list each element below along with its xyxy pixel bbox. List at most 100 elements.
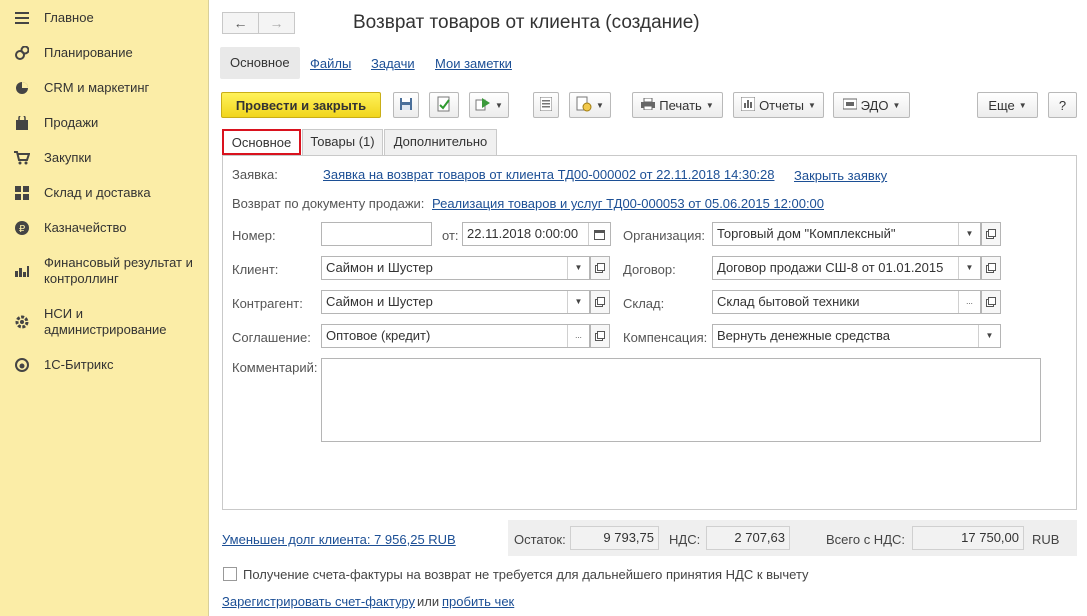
number-input[interactable] [321,222,432,246]
balance-value: 9 793,75 [570,526,659,550]
page-title: Возврат товаров от клиента (создание) [353,12,700,33]
print-button[interactable]: Печать ▼ [632,92,723,118]
vat-label: НДС: [669,532,701,547]
sidebar-item-planning[interactable]: Планирование [0,45,209,63]
chevron-down-icon[interactable]: ▼ [978,325,1000,347]
open-client-button[interactable] [590,256,610,280]
select-ellipsis-button[interactable]: ... [567,325,589,347]
sidebar-item-label: НСИ и администрирование [44,306,167,337]
compensation-value: Вернуть денежные средства [717,328,890,343]
open-window-icon [986,295,996,310]
form-tab-main[interactable]: Основное [222,129,301,155]
post-and-close-button[interactable]: Провести и закрыть [221,92,381,118]
open-contract-button[interactable] [981,256,1001,280]
bar-chart-icon [14,263,30,279]
compensation-label: Компенсация: [623,330,708,345]
counterparty-label: Контрагент: [232,296,303,311]
chevron-down-icon: ▼ [892,100,901,110]
sale-doc-link[interactable]: Реализация товаров и услуг ТД00-000053 о… [432,196,824,211]
invoice-not-required-checkbox[interactable] [223,567,237,581]
sidebar-item-sales[interactable]: Продажи [0,115,209,133]
sidebar-item-finance[interactable]: Финансовый результат и контроллинг [0,255,209,289]
chevron-down-icon[interactable]: ▼ [958,223,980,245]
organization-value: Торговый дом "Комплексный" [717,226,896,241]
close-request-link[interactable]: Закрыть заявку [794,168,887,183]
total-with-vat-label: Всего с НДС: [826,532,906,547]
counterparty-value: Саймон и Шустер [326,294,433,309]
tab-files[interactable]: Файлы [310,56,351,71]
vat-value: 2 707,63 [706,526,790,550]
sidebar-item-label: Финансовый результат и контроллинг [44,255,193,286]
sidebar-item-label: Главное [44,10,94,25]
sidebar-item-main[interactable]: Главное [0,10,209,28]
sidebar-item-purchases[interactable]: Закупки [0,150,209,168]
open-window-icon [986,261,996,276]
open-counterparty-button[interactable] [590,290,610,314]
tab-main[interactable]: Основное [220,47,300,79]
sidebar-item-label: Склад и доставка [44,185,151,200]
counterparty-select[interactable]: Саймон и Шустер ▼ [321,290,590,314]
sidebar: Главное Планирование CRM и маркетинг Про… [0,0,209,616]
agreement-select[interactable]: Оптовое (кредит) ... [321,324,590,348]
invoice-not-required-label: Получение счета-фактуры на возврат не тр… [243,567,809,582]
warehouse-select[interactable]: Склад бытовой техники ... [712,290,981,314]
list-button[interactable] [533,92,559,118]
sidebar-item-label: Планирование [44,45,133,60]
form-tab-goods[interactable]: Товары (1) [302,129,383,155]
save-icon [399,97,413,114]
menu-icon [14,10,30,26]
sidebar-item-label: Казначейство [44,220,127,235]
sidebar-item-treasury[interactable]: ₽ Казначейство [0,220,209,238]
edo-button[interactable]: ЭДО ▼ [833,92,910,118]
sidebar-item-admin[interactable]: НСИ и администрирование [0,306,209,340]
help-button[interactable]: ? [1048,92,1077,118]
forward-button[interactable]: → [258,12,295,34]
arrow-left-icon: ← [233,15,248,31]
chevron-down-icon: ▼ [705,100,714,110]
sidebar-item-crm[interactable]: CRM и маркетинг [0,80,209,98]
agreement-label: Соглашение: [232,330,311,345]
print-check-link[interactable]: пробить чек [442,594,514,609]
svg-text:₽: ₽ [19,224,26,235]
date-input[interactable]: 22.11.2018 0:00:00 [462,222,611,246]
tab-notes[interactable]: Мои заметки [435,56,512,71]
sidebar-item-bitrix[interactable]: 1С-Битрикс [0,357,209,375]
reports-button[interactable]: Отчеты ▼ [733,92,824,118]
sidebar-item-warehouse[interactable]: Склад и доставка [0,185,209,203]
reports-icon [740,96,756,114]
gear-icon [14,314,30,330]
register-invoice-link[interactable]: Зарегистрировать счет-фактуру [222,594,415,609]
open-organization-button[interactable] [981,222,1001,246]
chevron-down-icon[interactable]: ▼ [567,291,589,313]
open-agreement-button[interactable] [590,324,610,348]
more-button[interactable]: Еще ▼ [977,92,1038,118]
compensation-select[interactable]: Вернуть денежные средства ▼ [712,324,1001,348]
form-tab-additional[interactable]: Дополнительно [384,129,497,155]
back-button[interactable]: ← [222,12,259,34]
post-button[interactable] [429,92,459,118]
request-link[interactable]: Заявка на возврат товаров от клиента ТД0… [323,167,775,182]
chevron-down-icon[interactable]: ▼ [958,257,980,279]
edo-label: ЭДО [860,97,889,113]
coin-icon [14,45,30,61]
attachments-button[interactable]: ▼ [569,92,611,118]
contract-select[interactable]: Договор продажи СШ-8 от 01.01.2015 ▼ [712,256,981,280]
organization-select[interactable]: Торговый дом "Комплексный" ▼ [712,222,981,246]
comment-textarea[interactable] [321,358,1041,442]
pie-chart-icon [14,80,30,96]
chevron-down-icon: ▼ [495,100,503,110]
open-warehouse-button[interactable] [981,290,1001,314]
bitrix-icon [14,357,30,373]
chevron-down-icon: ▼ [1018,100,1027,110]
or-text: или [417,594,440,609]
save-button[interactable] [393,92,419,118]
tab-tasks[interactable]: Задачи [371,56,415,71]
select-ellipsis-button[interactable]: ... [958,291,980,313]
chevron-down-icon: ▼ [808,100,816,110]
total-with-vat-value: 17 750,00 [912,526,1024,550]
create-based-on-button[interactable]: ▼ [469,92,509,118]
chevron-down-icon[interactable]: ▼ [567,257,589,279]
client-select[interactable]: Саймон и Шустер ▼ [321,256,590,280]
calendar-icon[interactable] [588,223,610,245]
debt-reduced-link[interactable]: Уменьшен долг клиента: 7 956,25 RUB [222,532,456,547]
